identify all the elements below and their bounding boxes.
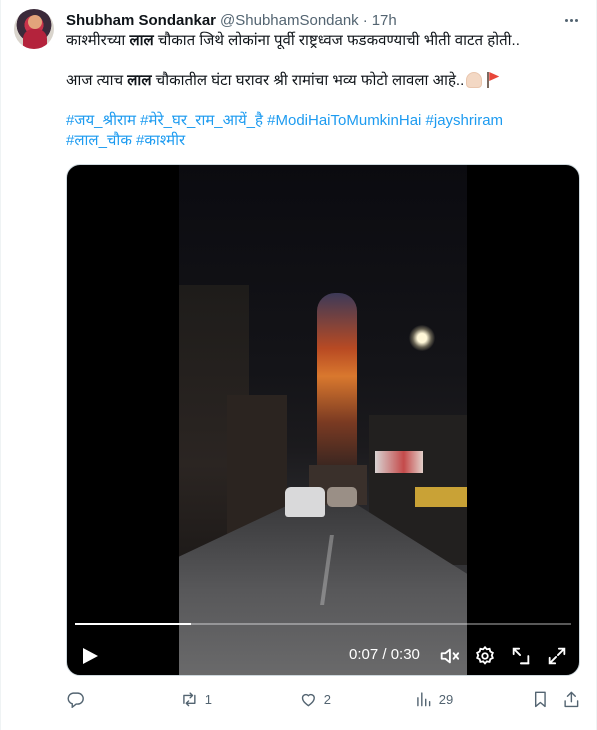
views-icon xyxy=(417,692,431,706)
share-icon xyxy=(564,691,579,707)
share-button[interactable] xyxy=(562,688,581,710)
progress-fill xyxy=(75,623,191,625)
like-icon xyxy=(301,693,315,707)
flag-emoji-icon xyxy=(486,72,500,88)
video-time: 0:07 / 0:30 xyxy=(349,646,420,663)
like-button[interactable]: 2 xyxy=(299,688,331,710)
more-icon[interactable] xyxy=(561,10,581,30)
text-fragment: आज त्याच xyxy=(66,72,128,89)
bookmark-icon xyxy=(534,691,546,707)
views-button[interactable]: 29 xyxy=(414,688,453,710)
repost-count: 1 xyxy=(204,691,212,707)
mute-icon[interactable] xyxy=(437,644,461,668)
author-handle[interactable]: @ShubhamSondank xyxy=(220,12,359,29)
reply-button[interactable] xyxy=(66,688,91,710)
settings-icon[interactable] xyxy=(473,644,497,668)
pip-icon[interactable] xyxy=(509,644,533,668)
repost-icon xyxy=(183,692,196,706)
video-frame[interactable] xyxy=(179,165,467,675)
repost-button[interactable]: 1 xyxy=(180,688,212,710)
tweet-header: Shubham Sondankar @ShubhamSondank · 17h xyxy=(66,10,397,30)
text-bold-lal: लाल xyxy=(127,72,152,89)
text-bold-lal: लाल xyxy=(129,32,154,49)
text-fragment: काश्मीरच्या xyxy=(66,32,130,49)
text-fragment: चौकातील घंटा घरावर श्री रामांचा भव्य फोट… xyxy=(151,72,465,89)
text-fragment: चौकात जिथे लोकांना पूर्वी राष्ट्रध्वज फड… xyxy=(153,32,520,49)
tweet[interactable]: Shubham Sondankar @ShubhamSondank · 17h … xyxy=(0,0,597,730)
bookmark-button[interactable] xyxy=(531,688,550,710)
fullscreen-icon[interactable] xyxy=(545,644,569,668)
play-icon[interactable] xyxy=(77,644,101,668)
tweet-text-line2: आज त्याच लाल चौकातील घंटा घरावर श्री राम… xyxy=(66,71,500,91)
tweet-text-line1: काश्मीरच्या लाल चौकात जिथे लोकांना पूर्व… xyxy=(66,31,520,51)
avatar[interactable] xyxy=(14,9,54,49)
divider-left xyxy=(0,0,1,730)
video-player[interactable]: 0:07 / 0:30 xyxy=(66,164,580,676)
hashtags-line2[interactable]: #लाल_चौक #काश्मीर xyxy=(66,131,185,151)
timestamp[interactable]: 17h xyxy=(372,12,397,29)
reply-icon xyxy=(67,692,84,709)
like-count: 2 xyxy=(323,691,331,707)
separator: · xyxy=(362,11,368,29)
hashtags-line1[interactable]: #जय_श्रीराम #मेरे_घर_राम_आयें_है #ModiHa… xyxy=(66,111,503,131)
folded-hands-emoji-icon xyxy=(466,72,483,88)
action-bar: 1 2 29 xyxy=(0,684,597,714)
author-name[interactable]: Shubham Sondankar xyxy=(66,12,216,29)
views-count: 29 xyxy=(438,691,454,707)
